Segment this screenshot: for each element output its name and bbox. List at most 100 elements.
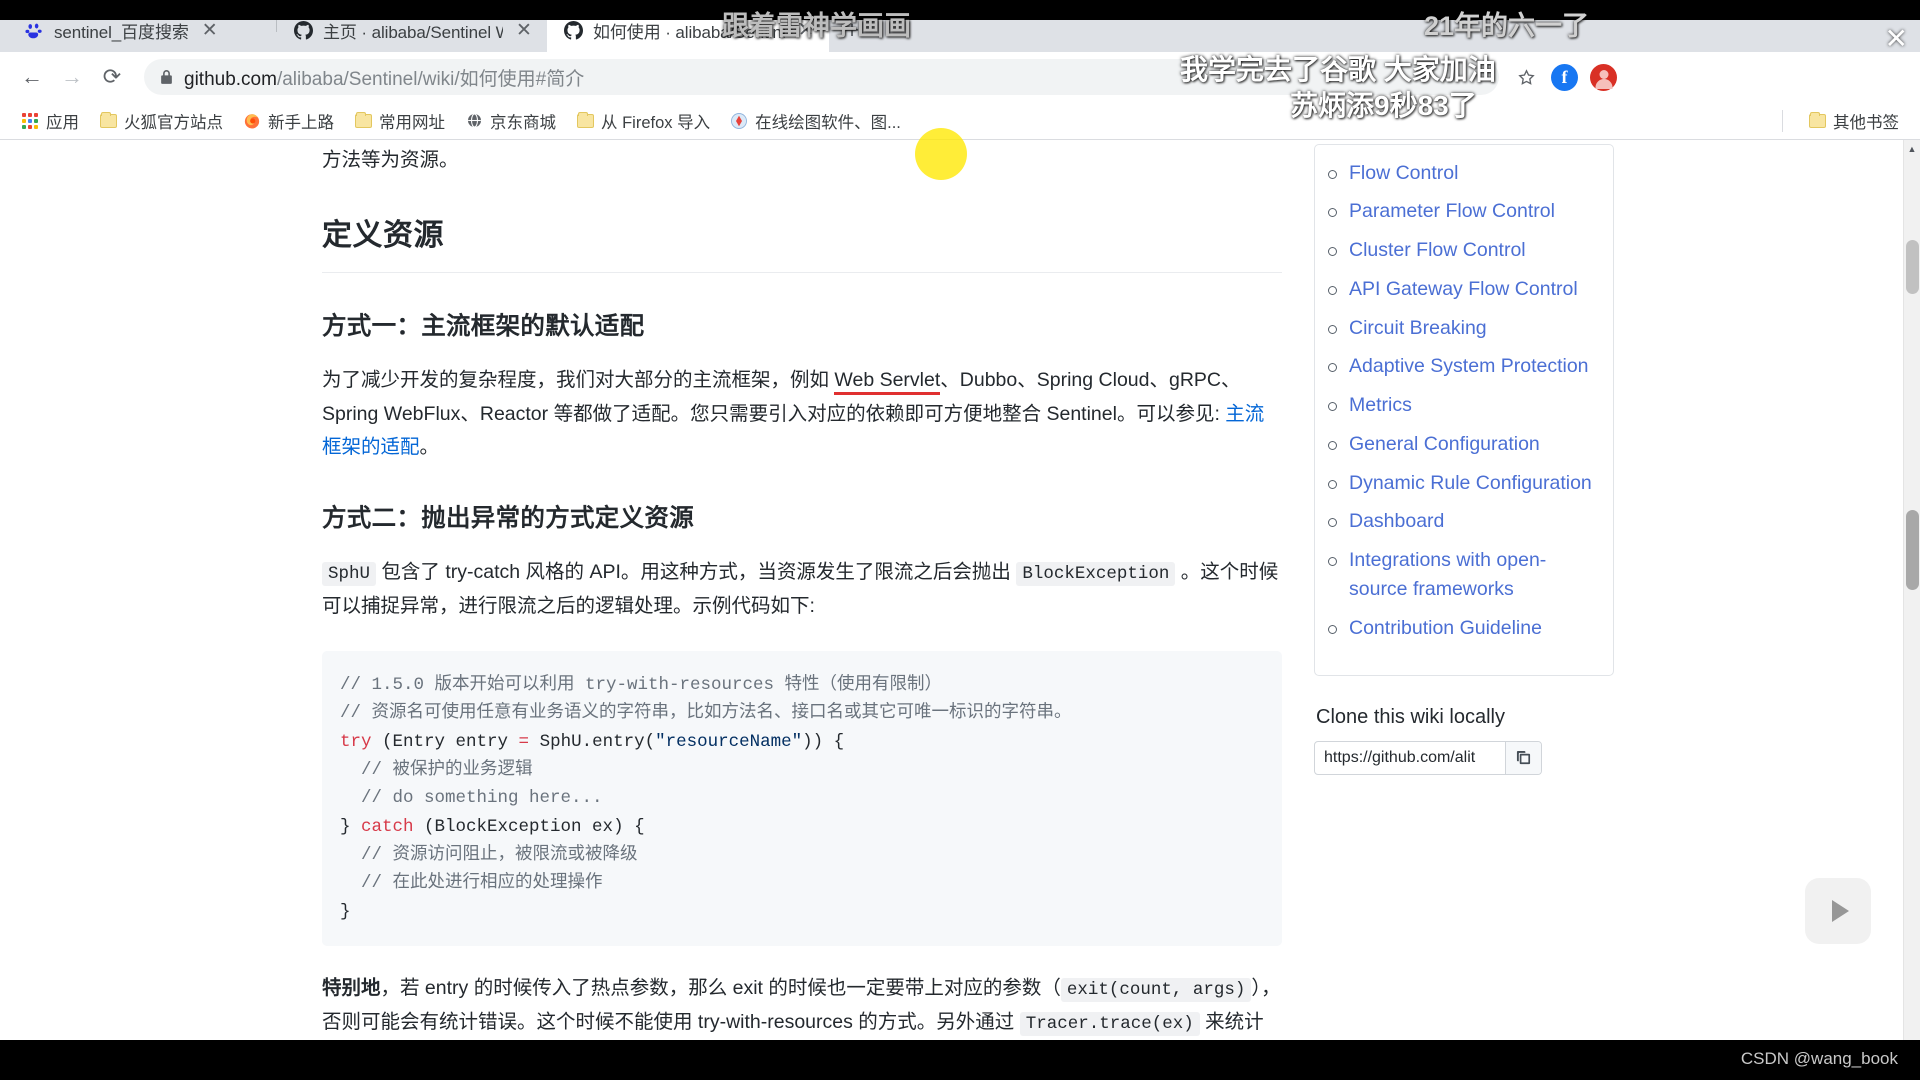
bookmark-apps[interactable]: 应用: [12, 105, 88, 137]
code-line: // 资源访问阻止，被限流或被降级: [340, 845, 638, 866]
sidebar-link-contribution-guideline[interactable]: Contribution Guideline: [1349, 617, 1542, 639]
bookmark-jd-mall[interactable]: 京东商城: [456, 105, 565, 137]
page-title: 定义资源: [322, 210, 1282, 274]
github-icon: [563, 21, 583, 41]
para-text-a: 包含了 try-catch 风格的 API。用这种方式，当资源发生了限流之后会抛…: [376, 560, 1017, 583]
bookmark-common-sites[interactable]: 常用网址: [345, 105, 454, 137]
code-line: // 资源名可使用任意有业务语义的字符串，比如方法名、接口名或其它可唯一标识的字…: [340, 703, 1072, 724]
paragraph-way-one: 为了减少开发的复杂程度，我们对大部分的主流框架，例如 Web Servlet、D…: [322, 364, 1282, 465]
bookmark-label: 从 Firefox 导入: [601, 113, 711, 132]
bookmark-label: 新手上路: [268, 113, 334, 132]
sidebar-link-cluster-flow-control[interactable]: Cluster Flow Control: [1349, 239, 1526, 261]
wiki-sidebar: Flow Control Parameter Flow Control Clus…: [1314, 140, 1614, 1080]
star-icon[interactable]: [1511, 62, 1541, 92]
sidebar-link-metrics[interactable]: Metrics: [1349, 394, 1412, 416]
code-chip-sphu: SphU: [322, 561, 377, 586]
video-play-overlay-icon[interactable]: [1805, 878, 1871, 944]
bookmarks-overflow: 其他书签: [1774, 105, 1908, 137]
code-line: // 1.5.0 版本开始可以利用 try-with-resources 特性（…: [340, 675, 943, 696]
code-chip-blockexception: BlockException: [1016, 561, 1176, 586]
sidebar-link-list: Flow Control Parameter Flow Control Clus…: [1315, 159, 1613, 644]
list-item: General Configuration: [1328, 430, 1597, 459]
list-item: Flow Control: [1328, 159, 1597, 188]
heading-way-one: 方式一：主流框架的默认适配: [322, 313, 645, 341]
bookmark-firefox-official[interactable]: 火狐官方站点: [90, 105, 232, 137]
page-viewport: 方法等为资源。 定义资源 方式一：主流框架的默认适配 为了减少开发的复杂程度，我…: [0, 140, 1920, 1080]
list-item: Parameter Flow Control: [1328, 197, 1597, 226]
bookmark-label: 在线绘图软件、图...: [755, 113, 901, 132]
para-text-a: 为了减少开发的复杂程度，我们对大部分的主流框架，例如: [322, 369, 835, 392]
back-icon[interactable]: ←: [14, 59, 50, 95]
bookmark-label: 其他书签: [1833, 113, 1899, 132]
reload-icon[interactable]: ⟳: [94, 59, 130, 95]
globe-icon: [465, 112, 483, 130]
clone-wiki-section: Clone this wiki locally https://github.c…: [1314, 706, 1614, 775]
list-item: Dynamic Rule Configuration: [1328, 469, 1597, 498]
list-item: API Gateway Flow Control: [1328, 275, 1597, 304]
note-bold-prefix: 特别地: [322, 977, 381, 1000]
list-item: Circuit Breaking: [1328, 314, 1597, 343]
github-icon: [293, 21, 313, 41]
bookmark-online-diagram-tool[interactable]: 在线绘图软件、图...: [721, 105, 910, 137]
clone-section-title: Clone this wiki locally: [1316, 705, 1505, 728]
apps-grid-icon: [21, 112, 39, 130]
url-domain: github.com: [184, 68, 277, 90]
code-block-example: // 1.5.0 版本开始可以利用 try-with-resources 特性（…: [322, 651, 1282, 947]
list-item: Cluster Flow Control: [1328, 236, 1597, 265]
sidebar-link-circuit-breaking[interactable]: Circuit Breaking: [1349, 317, 1487, 339]
list-item: Adaptive System Protection: [1328, 352, 1597, 381]
scroll-up-arrow[interactable]: ▲: [1904, 140, 1920, 157]
sidebar-link-integrations[interactable]: Integrations with open-source frameworks: [1349, 549, 1546, 600]
sidebar-link-flow-control[interactable]: Flow Control: [1349, 162, 1458, 184]
lock-icon: [160, 69, 173, 85]
scrollbar-thumb[interactable]: [1906, 240, 1919, 294]
bookmark-label: 京东商城: [490, 113, 556, 132]
bookmark-label: 火狐官方站点: [124, 113, 223, 132]
cursor-highlight: [915, 128, 967, 180]
sidebar-link-adaptive-system-protection[interactable]: Adaptive System Protection: [1349, 355, 1589, 377]
bookmark-import-from-firefox[interactable]: 从 Firefox 导入: [567, 105, 719, 137]
close-icon[interactable]: ✕: [795, 20, 817, 42]
list-item: Integrations with open-source frameworks: [1328, 546, 1597, 605]
clone-url-input[interactable]: https://github.com/alit: [1315, 742, 1505, 774]
forward-icon[interactable]: →: [54, 59, 90, 95]
bookmark-getting-started[interactable]: 新手上路: [234, 105, 343, 137]
code-line: }: [340, 901, 351, 922]
paragraph-way-two: SphU 包含了 try-catch 风格的 API。用这种方式，当资源发生了限…: [322, 556, 1282, 623]
folder-icon: [576, 111, 594, 130]
firefox-icon: [243, 112, 261, 130]
browser-toolbar: ← → ⟳ github.com/alibaba/Sentinel/wiki/如…: [0, 52, 1920, 102]
video-letterbox-bottom: [0, 1040, 1920, 1080]
folder-icon: [354, 111, 372, 130]
note-text-a: ，若 entry 的时候传入了热点参数，那么 exit 的时候也一定要带上对应的…: [380, 977, 1061, 1000]
code-line-try: try (Entry entry = SphU.entry("resourceN…: [340, 731, 845, 752]
sidebar-link-parameter-flow-control[interactable]: Parameter Flow Control: [1349, 200, 1555, 222]
list-item: Metrics: [1328, 391, 1597, 420]
scrollbar-thumb-secondary[interactable]: [1906, 510, 1919, 590]
tab-title: 主页 · alibaba/Sentinel Wiki · G: [323, 23, 503, 42]
video-letterbox-top: [0, 0, 1920, 20]
close-icon[interactable]: ✕: [513, 20, 535, 42]
tab-title: sentinel_百度搜索: [54, 23, 189, 42]
sidebar-link-dashboard[interactable]: Dashboard: [1349, 510, 1444, 532]
bookmarks-bar: 应用 火狐官方站点 新手上路 常用网址 京东商城 从 Firefox 导入 在线…: [0, 102, 1920, 140]
close-icon[interactable]: ✕: [199, 20, 221, 42]
window-close-icon[interactable]: ✕: [1885, 22, 1908, 55]
address-bar[interactable]: github.com/alibaba/Sentinel/wiki/如何使用#简介: [144, 59, 1499, 95]
url-text: github.com/alibaba/Sentinel/wiki/如何使用#简介: [184, 64, 584, 91]
sidebar-link-general-configuration[interactable]: General Configuration: [1349, 433, 1540, 455]
list-item: Contribution Guideline: [1328, 614, 1597, 643]
facebook-profile-icon[interactable]: f: [1551, 63, 1578, 91]
screen-root: sentinel_百度搜索 ✕ 主页 · alibaba/Sentinel Wi…: [0, 0, 1920, 1080]
sidebar-link-dynamic-rule-configuration[interactable]: Dynamic Rule Configuration: [1349, 472, 1592, 494]
folder-icon: [99, 111, 117, 130]
sidebar-link-api-gateway-flow-control[interactable]: API Gateway Flow Control: [1349, 278, 1578, 300]
sidebar-nav-box: Flow Control Parameter Flow Control Clus…: [1314, 144, 1614, 676]
code-line: // 在此处进行相应的处理操作: [340, 873, 603, 894]
avatar[interactable]: [1590, 63, 1617, 91]
copy-icon[interactable]: [1505, 741, 1541, 774]
url-path: /alibaba/Sentinel/wiki/如何使用#简介: [276, 68, 585, 90]
list-item: Dashboard: [1328, 507, 1597, 536]
page-scrollbar[interactable]: ▲: [1903, 140, 1920, 1080]
bookmark-other-bookmarks[interactable]: 其他书签: [1799, 105, 1908, 137]
